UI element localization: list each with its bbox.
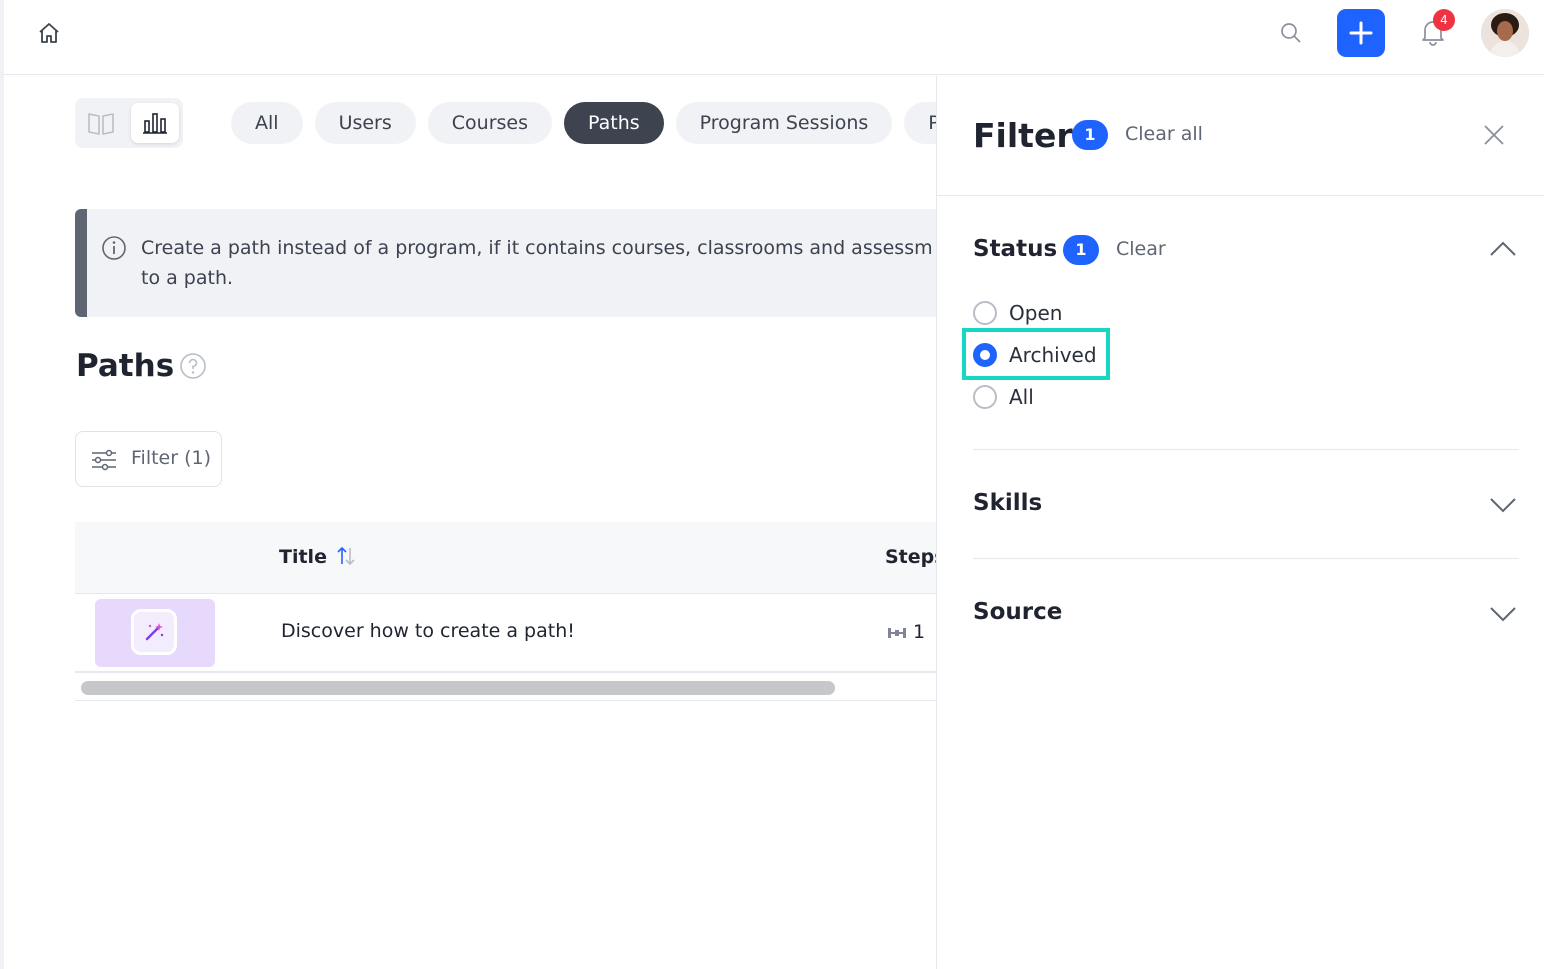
view-toggle: [75, 98, 183, 148]
add-button[interactable]: [1337, 9, 1385, 57]
book-icon[interactable]: [87, 110, 115, 136]
sliders-icon: [92, 449, 116, 471]
info-banner: Create a path instead of a program, if i…: [75, 209, 936, 317]
help-icon[interactable]: [179, 352, 207, 380]
tab-truncated[interactable]: P: [904, 102, 936, 144]
tab-all[interactable]: All: [231, 102, 303, 144]
magic-wand-icon: [145, 623, 164, 641]
info-line-2: to a path.: [141, 267, 234, 289]
notification-badge: 4: [1433, 9, 1455, 31]
status-option-archived[interactable]: Archived: [973, 340, 1097, 370]
path-title[interactable]: Discover how to create a path!: [281, 620, 575, 642]
status-count-badge: 1: [1063, 235, 1099, 265]
column-steps[interactable]: Steps: [885, 546, 936, 568]
table-header: Title Steps: [75, 522, 936, 594]
radio-open[interactable]: [973, 301, 997, 325]
tab-users[interactable]: Users: [314, 102, 416, 144]
filter-panel-header: Filter 1 Clear all: [937, 76, 1544, 196]
close-icon[interactable]: [1481, 122, 1507, 148]
clear-all-button[interactable]: Clear all: [1125, 123, 1203, 145]
chart-view-button[interactable]: [131, 103, 179, 143]
filter-button[interactable]: Filter (1): [75, 431, 222, 487]
filter-panel: Filter 1 Clear all Status 1 Clear Open A: [936, 76, 1544, 969]
bar-chart-icon: [143, 113, 167, 134]
info-line-1: Create a path instead of a program, if i…: [141, 237, 933, 259]
app: 4 All Users Courses Paths Program Sessio…: [0, 0, 1544, 969]
status-title[interactable]: Status: [973, 236, 1057, 262]
option-label-all: All: [1009, 385, 1034, 409]
filter-button-label: Filter (1): [131, 447, 212, 469]
status-option-open[interactable]: Open: [973, 298, 1062, 328]
chevron-down-icon[interactable]: [1488, 496, 1518, 514]
search-icon[interactable]: [1279, 21, 1303, 45]
filter-panel-title: Filter: [973, 116, 1073, 155]
option-label-open: Open: [1009, 301, 1063, 325]
status-clear-button[interactable]: Clear: [1116, 238, 1166, 260]
option-label-archived: Archived: [1009, 343, 1097, 367]
source-section[interactable]: Source: [973, 559, 1519, 668]
steps-icon: [888, 628, 906, 638]
avatar[interactable]: [1481, 9, 1529, 57]
filter-count-badge: 1: [1072, 120, 1108, 150]
avatar-image: [1481, 9, 1529, 57]
radio-archived[interactable]: [973, 343, 997, 367]
status-option-all[interactable]: All: [973, 382, 1034, 412]
top-bar: 4: [4, 0, 1544, 75]
tab-program-sessions[interactable]: Program Sessions: [675, 102, 893, 144]
scrollbar-thumb[interactable]: [81, 681, 835, 695]
radio-all[interactable]: [973, 385, 997, 409]
skills-section[interactable]: Skills: [973, 450, 1519, 559]
tab-paths[interactable]: Paths: [564, 102, 664, 144]
column-title[interactable]: Title: [279, 546, 327, 568]
info-icon: [102, 236, 126, 260]
path-thumbnail-frame: [131, 609, 177, 655]
plus-icon: [1349, 21, 1373, 45]
main-content: All Users Courses Paths Program Sessions…: [4, 76, 936, 969]
paths-table: Title Steps: [75, 522, 936, 702]
sort-icon[interactable]: [335, 544, 357, 568]
home-icon[interactable]: [36, 20, 62, 46]
tab-courses[interactable]: Courses: [427, 102, 553, 144]
chevron-down-icon[interactable]: [1488, 605, 1518, 623]
table-row[interactable]: Discover how to create a path! 1: [75, 595, 936, 673]
path-thumbnail: [95, 599, 215, 667]
category-tabs: All Users Courses Paths Program Sessions…: [231, 102, 936, 144]
skills-title[interactable]: Skills: [973, 490, 1042, 516]
chevron-up-icon[interactable]: [1488, 240, 1518, 258]
horizontal-scrollbar[interactable]: [75, 675, 936, 701]
info-text: Create a path instead of a program, if i…: [141, 233, 936, 293]
page-title: Paths: [76, 348, 175, 384]
steps-count: 1: [913, 621, 926, 643]
status-section: Status 1 Clear Open Archived All: [962, 196, 1519, 450]
source-title[interactable]: Source: [973, 599, 1062, 625]
